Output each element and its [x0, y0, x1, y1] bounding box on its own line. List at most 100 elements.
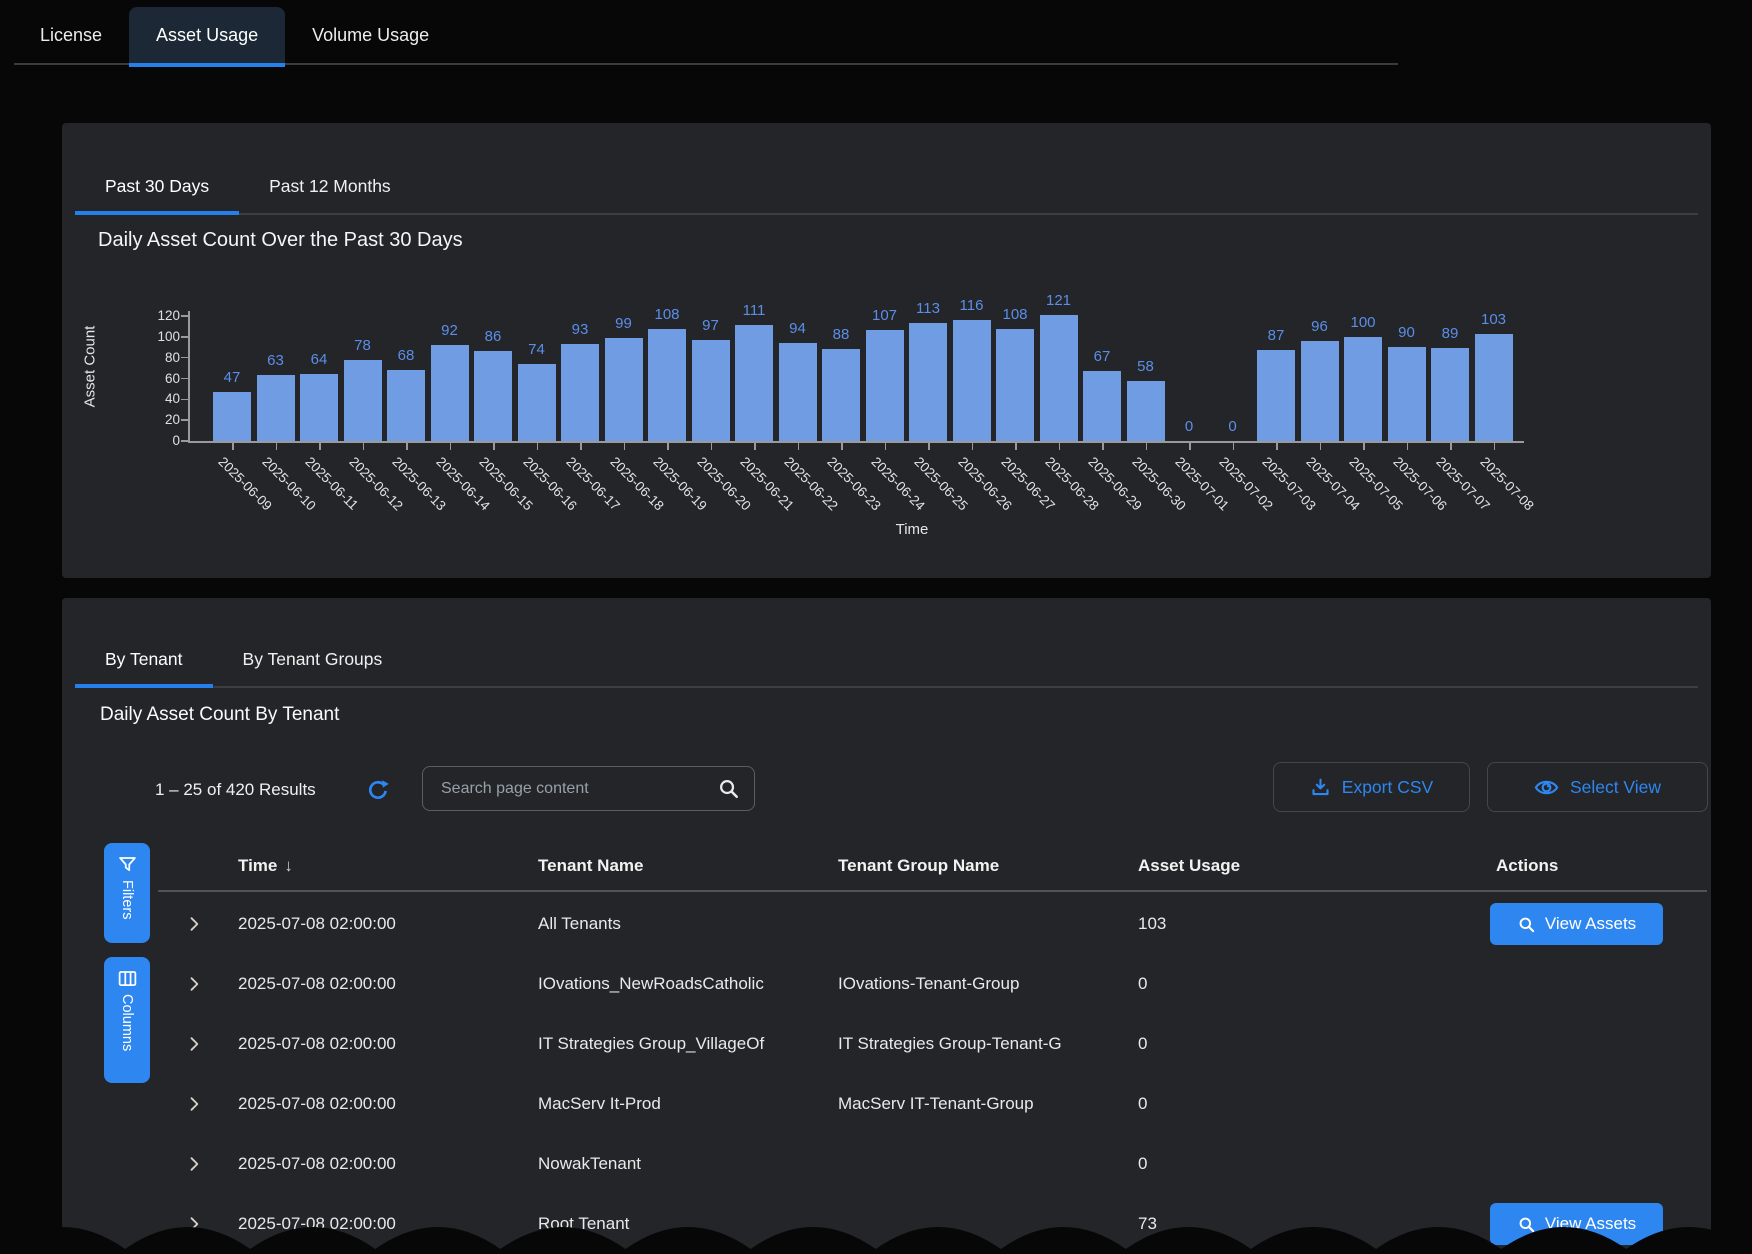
x-tick-mark — [493, 443, 495, 450]
sort-descending-icon[interactable]: ↓ — [284, 856, 293, 875]
chart-bar — [213, 392, 251, 441]
expand-chevron-icon[interactable] — [184, 1094, 204, 1114]
y-tick-mark — [181, 440, 188, 442]
x-tick-mark — [406, 443, 408, 450]
y-tick-label: 120 — [122, 308, 180, 323]
y-tick-mark — [181, 357, 188, 359]
x-tick-mark — [1015, 443, 1017, 450]
y-axis-line — [188, 311, 190, 441]
chart-bar — [1388, 347, 1426, 441]
view-assets-label: View Assets — [1545, 914, 1636, 934]
bar-value-label: 103 — [1465, 311, 1523, 328]
download-icon — [1310, 777, 1331, 798]
x-tick-mark — [580, 443, 582, 450]
chart-bar — [909, 323, 947, 441]
tab-past-30-days[interactable]: Past 30 Days — [75, 161, 239, 215]
table-body: 2025-07-08 02:00:00All Tenants103View As… — [62, 894, 1711, 1254]
bar-value-label: 58 — [1117, 358, 1175, 375]
tab-asset-usage[interactable]: Asset Usage — [129, 7, 285, 67]
table-header-row: Time↓ Tenant Name Tenant Group Name Asse… — [62, 846, 1711, 890]
table-row: 2025-07-08 02:00:00IOvations_NewRoadsCat… — [62, 954, 1711, 1014]
cell-asset-usage: 0 — [1138, 1094, 1147, 1114]
chart-bar — [474, 351, 512, 441]
x-tick-mark — [1189, 443, 1191, 450]
x-tick-mark — [1407, 443, 1409, 450]
x-tick-mark — [450, 443, 452, 450]
column-header-tenant-name[interactable]: Tenant Name — [538, 856, 644, 876]
bar-value-label: 64 — [290, 351, 348, 368]
refresh-icon — [366, 778, 390, 802]
x-tick-mark — [1320, 443, 1322, 450]
x-tick-mark — [1450, 443, 1452, 450]
column-header-tenant-group-name[interactable]: Tenant Group Name — [838, 856, 999, 876]
cell-tenant-name: Root Tenant — [538, 1214, 812, 1234]
chart-bar — [822, 349, 860, 441]
chart-title: Daily Asset Count Over the Past 30 Days — [98, 229, 463, 252]
search-box — [422, 766, 755, 811]
export-csv-button[interactable]: Export CSV — [1273, 762, 1470, 812]
cell-time: 2025-07-08 02:00:00 — [238, 914, 396, 934]
x-tick-mark — [624, 443, 626, 450]
x-tick-mark — [1494, 443, 1496, 450]
y-tick-mark — [181, 399, 188, 401]
expand-chevron-icon[interactable] — [184, 914, 204, 934]
x-tick-mark — [754, 443, 756, 450]
y-tick-label: 80 — [122, 350, 180, 365]
search-input[interactable] — [423, 780, 717, 798]
chart-bar — [779, 343, 817, 441]
select-view-button[interactable]: Select View — [1487, 762, 1708, 812]
x-tick-mark — [972, 443, 974, 450]
table-group-tabs: By Tenant By Tenant Groups — [75, 634, 1698, 688]
table-row: 2025-07-08 02:00:00Root Tenant73View Ass… — [62, 1194, 1711, 1254]
x-tick-mark — [1059, 443, 1061, 450]
daily-asset-count-chart: Asset Count Time 020406080100120472025-0… — [62, 273, 1711, 573]
search-icon[interactable] — [717, 777, 740, 800]
y-tick-mark — [181, 378, 188, 380]
x-tick-mark — [928, 443, 930, 450]
tab-volume-usage[interactable]: Volume Usage — [285, 7, 456, 67]
y-tick-label: 40 — [122, 391, 180, 406]
tab-by-tenant-groups[interactable]: By Tenant Groups — [213, 634, 413, 688]
chart-bar — [605, 338, 643, 441]
tab-by-tenant[interactable]: By Tenant — [75, 634, 213, 688]
tab-license[interactable]: License — [13, 7, 129, 67]
bar-value-label: 74 — [508, 341, 566, 358]
expand-chevron-icon[interactable] — [184, 974, 204, 994]
tab-past-12-months[interactable]: Past 12 Months — [239, 161, 421, 215]
y-tick-mark — [181, 419, 188, 421]
cell-time: 2025-07-08 02:00:00 — [238, 1214, 396, 1234]
x-tick-mark — [885, 443, 887, 450]
chart-range-tabs: Past 30 Days Past 12 Months — [75, 161, 1698, 215]
cell-time: 2025-07-08 02:00:00 — [238, 1154, 396, 1174]
eye-icon — [1534, 775, 1559, 800]
x-axis-title: Time — [862, 521, 962, 538]
chart-bar — [1040, 315, 1078, 441]
x-tick-mark — [1146, 443, 1148, 450]
cell-tenant-group-name: IT Strategies Group-Tenant-G — [838, 1034, 1116, 1054]
table-heading: Daily Asset Count By Tenant — [100, 704, 339, 726]
y-tick-mark — [181, 336, 188, 338]
chart-bar — [1344, 337, 1382, 441]
refresh-button[interactable] — [366, 778, 390, 802]
chart-bar — [1257, 350, 1295, 441]
column-header-time[interactable]: Time↓ — [238, 856, 293, 876]
column-header-asset-usage[interactable]: Asset Usage — [1138, 856, 1240, 876]
asset-count-chart-card: Past 30 Days Past 12 Months Daily Asset … — [62, 123, 1711, 578]
x-axis-line — [188, 441, 1524, 443]
cell-asset-usage: 103 — [1138, 914, 1166, 934]
bar-value-label: 89 — [1421, 325, 1479, 342]
chart-bar — [866, 330, 904, 441]
chart-bar — [996, 329, 1034, 442]
chart-bar — [1475, 334, 1513, 441]
view-assets-button[interactable]: View Assets — [1490, 903, 1663, 945]
table-header-divider — [158, 890, 1707, 892]
expand-chevron-icon[interactable] — [184, 1214, 204, 1234]
cell-asset-usage: 0 — [1138, 1154, 1147, 1174]
expand-chevron-icon[interactable] — [184, 1034, 204, 1054]
expand-chevron-icon[interactable] — [184, 1154, 204, 1174]
table-row: 2025-07-08 02:00:00NowakTenant0 — [62, 1134, 1711, 1194]
chart-bar — [1127, 381, 1165, 441]
y-tick-label: 100 — [122, 329, 180, 344]
top-tabs: License Asset Usage Volume Usage — [13, 7, 456, 67]
view-assets-button[interactable]: View Assets — [1490, 1203, 1663, 1245]
